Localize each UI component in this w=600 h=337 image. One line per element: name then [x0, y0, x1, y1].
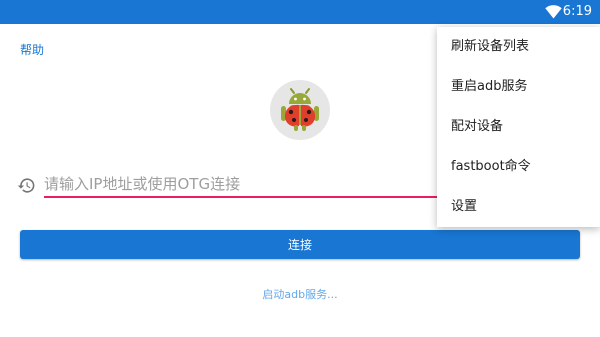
history-icon[interactable]	[17, 176, 36, 195]
wifi-icon	[545, 5, 562, 19]
start-adb-service-link[interactable]: 启动adb服务...	[0, 286, 600, 302]
menu-item-pair-device[interactable]: 配对设备	[451, 115, 591, 139]
menu-item-fastboot-commands[interactable]: fastboot命令	[451, 155, 591, 179]
status-bar: 6:19	[0, 0, 600, 24]
app-logo	[270, 80, 330, 140]
input-underline	[44, 196, 438, 198]
help-link[interactable]: 帮助	[20, 41, 44, 58]
menu-item-refresh-devices[interactable]: 刷新设备列表	[451, 35, 591, 59]
ip-address-input[interactable]	[44, 173, 436, 195]
status-time: 6:19	[562, 4, 592, 19]
menu-item-restart-adb[interactable]: 重启adb服务	[451, 75, 591, 99]
menu-item-settings[interactable]: 设置	[451, 195, 591, 219]
ladybug-android-icon	[281, 88, 319, 131]
connect-button[interactable]: 连接	[20, 230, 580, 259]
